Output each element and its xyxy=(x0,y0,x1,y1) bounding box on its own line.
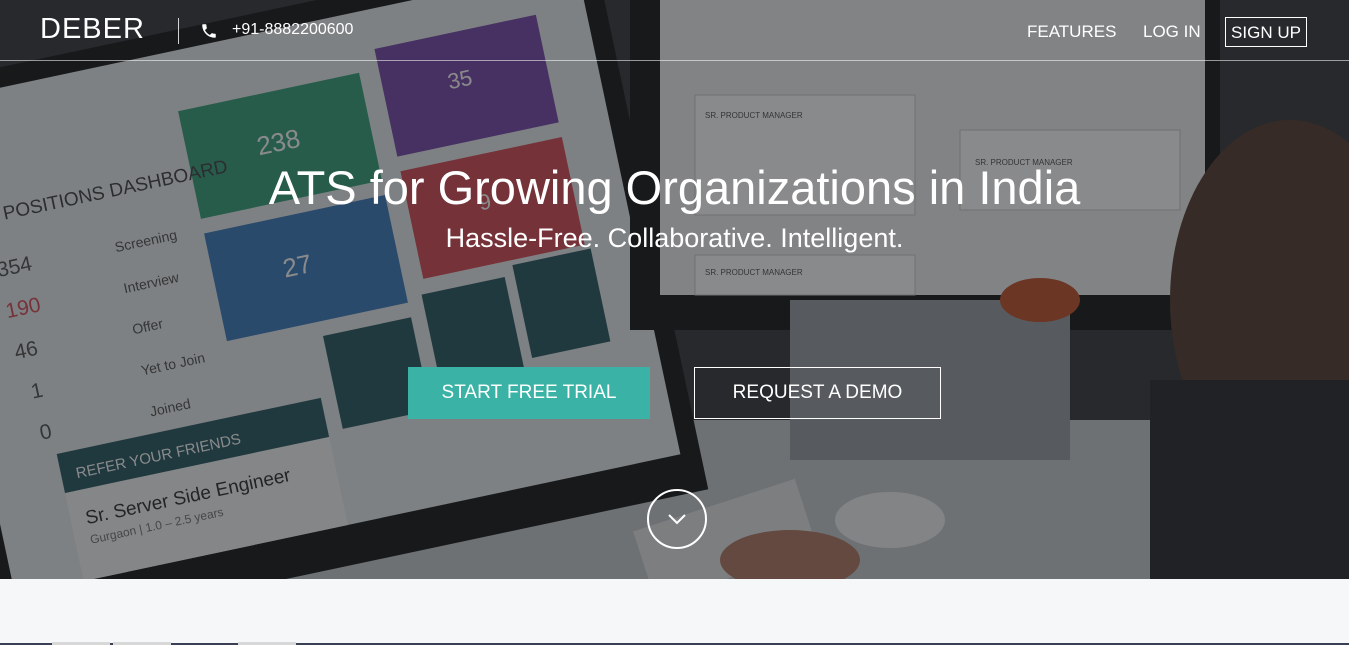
hero-section: 354 190 46 1 0 Y POSITIONS DASHBOARD Scr… xyxy=(0,0,1349,579)
top-navigation: DEBER +91-8882200600 FEATURES LOG IN SIG… xyxy=(0,0,1349,61)
request-demo-button[interactable]: REQUEST A DEMO xyxy=(694,367,941,419)
nav-features-link[interactable]: FEATURES xyxy=(1027,22,1116,42)
header-divider xyxy=(178,18,179,44)
hero-title: ATS for Growing Organizations in India xyxy=(268,161,1081,214)
chevron-down-icon xyxy=(668,514,686,525)
site-logo[interactable]: DEBER xyxy=(40,13,145,46)
phone-number[interactable]: +91-8882200600 xyxy=(232,21,353,39)
nav-login-link[interactable]: LOG IN xyxy=(1143,22,1201,42)
start-free-trial-button[interactable]: START FREE TRIAL xyxy=(408,367,650,419)
hero-subtitle: Hassle-Free. Collaborative. Intelligent. xyxy=(445,223,904,253)
phone-icon xyxy=(200,22,218,40)
signup-button[interactable]: SIGN UP xyxy=(1225,17,1307,47)
scroll-down-button[interactable] xyxy=(647,489,707,549)
